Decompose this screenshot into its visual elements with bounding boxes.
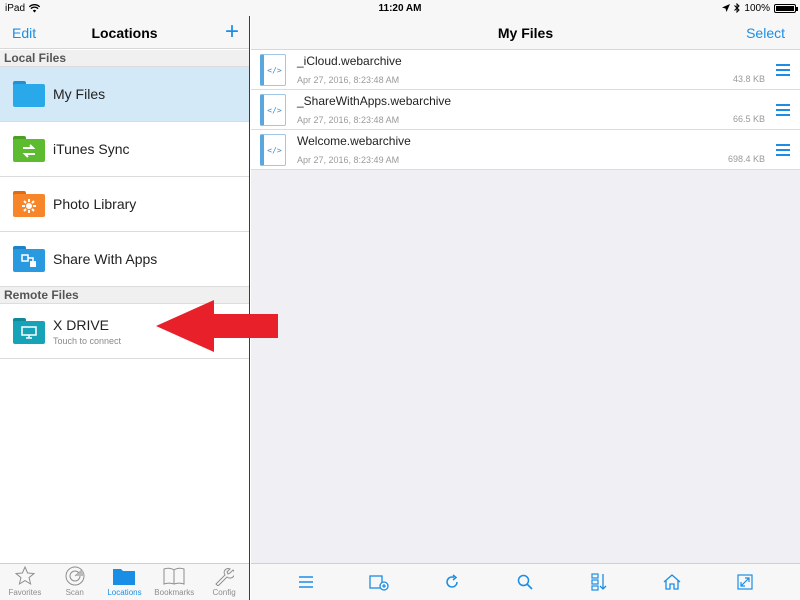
webarchive-file-icon: </>: [260, 54, 286, 86]
main-tab-bar: Favorites Scan Locations Bookmarks Confi…: [0, 563, 249, 600]
file-name: _ShareWithApps.webarchive: [297, 94, 452, 108]
file-menu-icon[interactable]: [776, 64, 790, 76]
wrench-icon: [215, 568, 235, 586]
list-menu-icon[interactable]: [294, 570, 318, 594]
status-bar: iPad 11:20 AM 100%: [0, 0, 800, 16]
file-name: _iCloud.webarchive: [297, 54, 402, 68]
x-drive-text: X DRIVE Touch to connect: [53, 317, 121, 346]
home-icon[interactable]: [660, 570, 684, 594]
location-my-files[interactable]: My Files: [0, 67, 249, 122]
location-share-with-apps[interactable]: Share With Apps: [0, 232, 249, 287]
location-icon: [722, 4, 731, 12]
locations-title: Locations: [91, 25, 158, 41]
file-row[interactable]: </> _ShareWithApps.webarchive Apr 27, 20…: [251, 90, 800, 130]
local-files-header: Local Files: [0, 50, 249, 67]
battery-percent: 100%: [744, 2, 770, 14]
refresh-icon[interactable]: [440, 570, 464, 594]
sort-icon[interactable]: [587, 570, 611, 594]
location-label: X DRIVE: [53, 316, 110, 333]
photo-folder-icon: [13, 191, 45, 217]
status-time: 11:20 AM: [378, 2, 422, 14]
battery-icon: [774, 3, 798, 13]
file-size: 43.8 KB: [732, 74, 765, 84]
file-row[interactable]: </> Welcome.webarchive Apr 27, 2016, 8:2…: [251, 130, 800, 170]
tab-locations[interactable]: Locations: [100, 564, 150, 600]
add-location-button[interactable]: +: [225, 20, 239, 44]
expand-icon[interactable]: [733, 570, 757, 594]
file-size: 698.4 KB: [727, 154, 765, 164]
file-list: </> _iCloud.webarchive Apr 27, 2016, 8:2…: [251, 50, 800, 170]
tab-label: Bookmarks: [154, 588, 195, 597]
file-date: Apr 27, 2016, 8:23:49 AM: [297, 155, 400, 165]
file-menu-icon[interactable]: [776, 144, 790, 156]
sync-folder-icon: [13, 136, 45, 162]
file-name: Welcome.webarchive: [297, 134, 411, 148]
select-button[interactable]: Select: [746, 25, 785, 41]
new-folder-icon[interactable]: [367, 570, 391, 594]
files-nav-bar: My Files Select: [251, 16, 800, 50]
file-row[interactable]: </> _iCloud.webarchive Apr 27, 2016, 8:2…: [251, 50, 800, 90]
location-itunes-sync[interactable]: iTunes Sync: [0, 122, 249, 177]
tab-label: Favorites: [8, 588, 42, 597]
star-icon: [14, 566, 35, 586]
files-toolbar: [251, 563, 800, 600]
location-label: Photo Library: [53, 196, 137, 212]
webarchive-file-icon: </>: [260, 94, 286, 126]
file-date: Apr 27, 2016, 8:23:48 AM: [297, 75, 400, 85]
file-size: 66.5 KB: [732, 114, 765, 124]
status-right: 100%: [722, 2, 798, 14]
tab-label: Locations: [107, 588, 142, 597]
folder-icon: [113, 569, 136, 585]
files-title: My Files: [497, 25, 554, 41]
webarchive-file-icon: </>: [260, 134, 286, 166]
tab-favorites[interactable]: Favorites: [0, 564, 50, 600]
tab-label: Config: [212, 588, 236, 597]
tab-bookmarks[interactable]: Bookmarks: [149, 564, 199, 600]
scan-radar-icon: [65, 566, 85, 586]
location-label: Share With Apps: [53, 251, 158, 267]
search-icon[interactable]: [513, 570, 537, 594]
bluetooth-icon: [734, 3, 741, 13]
locations-nav-bar: Edit Locations +: [0, 16, 249, 49]
red-arrow-annotation: [156, 300, 278, 352]
location-label: iTunes Sync: [53, 141, 130, 157]
tab-scan[interactable]: Scan: [50, 564, 100, 600]
tab-config[interactable]: Config: [199, 564, 249, 600]
file-menu-icon[interactable]: [776, 104, 790, 116]
location-subtitle: Touch to connect: [53, 335, 122, 346]
share-folder-icon: [13, 246, 45, 272]
location-label: My Files: [53, 86, 106, 102]
location-photo-library[interactable]: Photo Library: [0, 177, 249, 232]
tab-label: Scan: [65, 588, 84, 597]
book-icon: [163, 567, 185, 585]
file-date: Apr 27, 2016, 8:23:48 AM: [297, 115, 400, 125]
files-pane: My Files Select </> _iCloud.webarchive A…: [251, 0, 800, 600]
blue-folder-icon: [13, 81, 45, 107]
network-drive-folder-icon: [13, 318, 45, 344]
